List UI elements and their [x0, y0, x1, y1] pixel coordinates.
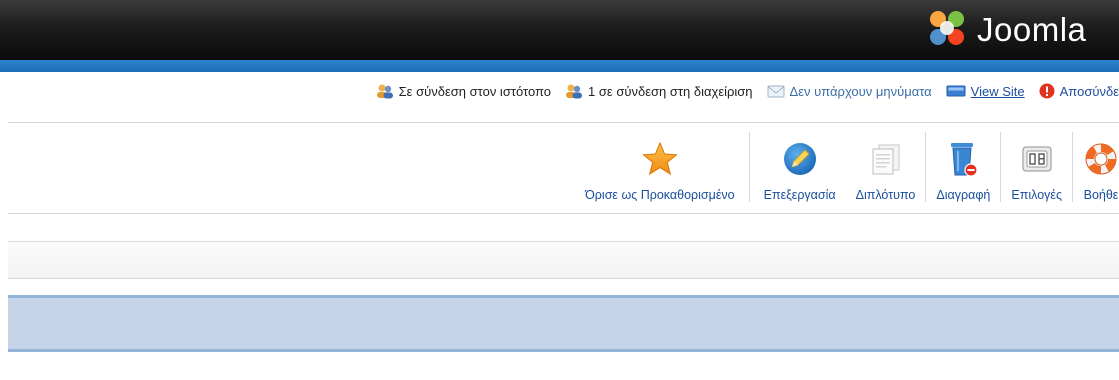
monitor-icon: [946, 84, 966, 98]
options-label: Επιλογές: [1011, 188, 1062, 202]
delete-label: Διαγραφή: [936, 188, 991, 202]
view-site-link[interactable]: View Site: [971, 84, 1025, 99]
status-logout[interactable]: Αποσύνδε: [1039, 83, 1119, 99]
duplicate-label: Διπλότυπο: [855, 188, 916, 202]
edit-pencil-icon: [782, 136, 818, 182]
lifebuoy-icon: [1083, 136, 1119, 182]
logout-label: Αποσύνδε: [1059, 83, 1119, 99]
options-toggle-icon: [1021, 136, 1053, 182]
edit-button[interactable]: Επεξεργασία: [750, 126, 846, 212]
edit-label: Επεξεργασία: [763, 188, 836, 202]
help-label: Βοήθε: [1083, 188, 1119, 202]
admin-header: Joomla: [0, 0, 1119, 60]
notice-panel: [8, 295, 1119, 352]
joomla-logo-text: Joomla: [977, 11, 1087, 48]
help-button[interactable]: Βοήθε: [1073, 126, 1119, 212]
delete-button[interactable]: Διαγραφή: [926, 126, 1000, 212]
copy-document-icon: [868, 136, 904, 182]
mail-icon: [767, 84, 785, 98]
users-icon: [376, 83, 394, 99]
options-button[interactable]: Επιλογές: [1001, 126, 1072, 212]
users-icon: [565, 83, 583, 99]
logout-alert-icon: [1039, 83, 1055, 99]
duplicate-button[interactable]: Διπλότυπο: [846, 126, 926, 212]
divider: [8, 213, 1119, 214]
status-users-backend-label: 1 σε σύνδεση στη διαχείριση: [588, 83, 753, 99]
joomla-logo[interactable]: Joomla: [925, 10, 1086, 50]
submenu-bar: [8, 242, 1119, 279]
status-view-site[interactable]: View Site: [946, 84, 1025, 99]
status-users-frontend-label: Σε σύνδεση στον ιστότοπο: [398, 83, 552, 99]
trash-icon: [945, 136, 981, 182]
status-messages-label: Δεν υπάρχουν μηνύματα: [789, 83, 932, 99]
toolbar: Όρισε ως Προκαθορισμένο Επεξεργασία Διπλ…: [0, 126, 1119, 212]
divider: [8, 122, 1119, 123]
status-bar: Σε σύνδεση στον ιστότοπο 1 σε σύνδεση στ…: [0, 76, 1119, 106]
star-icon: [642, 136, 678, 182]
joomla-logo-icon: [925, 8, 969, 53]
header-accent-bar: [0, 60, 1119, 72]
status-users-frontend: Σε σύνδεση στον ιστότοπο: [376, 83, 551, 99]
status-messages[interactable]: Δεν υπάρχουν μηνύματα: [767, 84, 932, 99]
status-users-backend: 1 σε σύνδεση στη διαχείριση: [565, 83, 753, 99]
set-default-button[interactable]: Όρισε ως Προκαθορισμένο: [575, 126, 748, 212]
set-default-label: Όρισε ως Προκαθορισμένο: [585, 188, 735, 202]
